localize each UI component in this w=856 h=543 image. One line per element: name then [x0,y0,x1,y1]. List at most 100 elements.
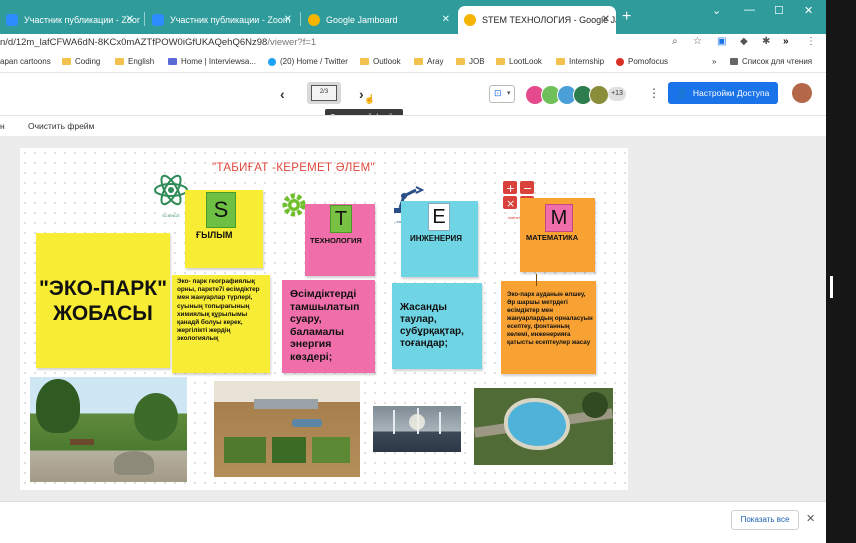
more-collaborators-badge[interactable]: +13 [608,87,626,101]
bookmark-item[interactable]: Pomofocus [616,57,668,66]
present-button[interactable]: ⊡ ▾ [489,85,515,103]
show-all-button[interactable]: Показать все [731,510,799,530]
bookmark-label: (20) Home / Twitter [280,57,348,66]
close-icon[interactable]: ✕ [442,14,450,25]
translate-icon[interactable]: ▣ [717,36,726,47]
bookmark-label: Outlook [373,57,401,66]
bookmark-item[interactable]: (20) Home / Twitter [268,57,348,66]
bookmark-item[interactable]: English [115,57,154,66]
tree-shape [36,379,80,433]
bookmark-item[interactable]: JOB [456,57,485,66]
close-icon[interactable]: ✕ [806,512,815,525]
svg-text:+: + [506,182,515,195]
url-main: n/d/12m_lafCFWA6dN-8KCx0mAZTfPOW0iGfUKAQ… [0,37,268,48]
bookmark-item[interactable]: Home | Interviewsa... [168,57,256,66]
hand-cursor-icon: ☝ [364,94,376,104]
board-title: "ТАБИҒАТ -КЕРЕМЕТ ӘЛЕМ" [212,162,375,174]
avatar[interactable] [589,85,609,105]
bookmark-label: Internship [569,57,605,66]
reading-list[interactable]: Список для чтения [730,57,812,66]
field-shape [272,437,306,463]
new-tab-button[interactable]: + [622,8,631,26]
wind-solar-photo[interactable] [373,406,461,452]
maximize-icon[interactable]: ☐ [774,4,784,17]
toolbar-cut-label[interactable]: н [0,121,5,131]
next-frame-button[interactable]: › [359,86,364,102]
bookmark-item[interactable]: Aray [414,57,443,66]
bookmark-item[interactable]: Coding [62,57,100,66]
bookmark-label: JOB [469,57,485,66]
tank-shape [292,419,322,427]
right-dark-panel [826,0,856,543]
bookmark-item[interactable]: apan cartoons [0,57,51,66]
e-letter: E [428,203,450,231]
clear-frame-button[interactable]: Очистить фрейм [28,121,94,131]
bookmarks-overflow[interactable]: » [712,57,716,66]
frame-subtoolbar: н Очистить фрейм [0,115,826,137]
account-avatar[interactable] [792,83,812,103]
eco-park-title-note[interactable]: "ЭКО-ПАРК" ЖОБАСЫ [36,233,170,368]
url-field[interactable]: n/d/12m_lafCFWA6dN-8KCx0mAZTfPOW0iGfUKAQ… [0,37,316,48]
jamboard-icon [308,14,320,26]
bookmark-item[interactable]: Outlook [360,57,401,66]
bookmark-item[interactable]: Internship [556,57,604,66]
svg-text:×: × [506,197,515,210]
technology-text: Өсімдіктерді тамшылатып суару, баламалы … [290,288,360,363]
farm-3d-photo[interactable] [214,381,360,477]
person-icon: 👤 [676,87,688,98]
folder-icon [414,58,423,65]
tab-zoom-1[interactable]: Участник публикации - Zoom ✕ [0,6,140,34]
minimize-icon[interactable]: — [744,4,755,16]
turbine-shape [439,412,441,434]
folder-icon [115,58,124,65]
reading-list-icon [730,58,738,65]
search-icon[interactable]: ⌕ [672,36,678,47]
science-text: Эко- парк географиялық орны, паркте7і өс… [177,278,260,343]
present-icon: ⊡ [494,88,502,98]
engineering-text: Жасанды таулар, субұрқақтар, тоғандар; [400,302,464,349]
tab-stem-active[interactable]: STEM ТЕХНОЛОГИЯ - Google Ja ✕ [458,6,616,34]
jamboard-icon [464,14,476,26]
folder-icon [556,58,565,65]
sun-glow-shape [409,414,425,430]
fountain-park-photo[interactable] [474,388,613,465]
folder-icon [456,58,465,65]
s-caption: ҒЫЛЫМ [196,230,233,240]
t-caption: ТЕХНОЛОГИЯ [310,236,362,245]
extension-icon[interactable]: ◆ [740,36,748,47]
overflow-label: » [712,57,717,66]
fast-forward-icon[interactable]: » [783,36,789,47]
zoom-icon [6,14,18,26]
chevron-down-icon[interactable]: ⌄ [712,4,721,17]
star-icon[interactable]: ☆ [693,36,702,47]
address-bar: n/d/12m_lafCFWA6dN-8KCx0mAZTfPOW0iGfUKAQ… [0,34,826,52]
bookmark-label: Pomofocus [628,57,669,66]
close-window-icon[interactable]: ✕ [804,4,813,17]
bookmark-item[interactable]: LootLook [496,57,542,66]
tab-jamboard[interactable]: Google Jamboard ✕ [302,6,456,34]
more-options-icon[interactable]: ⋮ [648,86,660,100]
folder-icon [496,58,505,65]
puzzle-icon[interactable]: ✱ [762,36,770,47]
e-caption: ИНЖЕНЕРИЯ [410,234,463,243]
previous-frame-button[interactable]: ‹ [280,86,285,102]
close-icon[interactable]: ✕ [602,14,610,25]
folder-icon [360,58,369,65]
svg-text:−: − [523,182,532,195]
bookmark-label: LootLook [509,57,542,66]
share-settings-button[interactable]: 👤 Настройки Доступа [668,82,778,104]
tab-divider [144,12,145,26]
downloads-bar [0,501,826,543]
close-icon[interactable]: ✕ [126,14,134,25]
pomofocus-icon [616,57,624,66]
menu-dots-icon[interactable]: ⋮ [806,36,816,47]
building-shape [254,399,318,409]
park-photo[interactable] [30,377,187,482]
twitter-icon [268,57,276,66]
tab-zoom-2[interactable]: Участник публикации - Zoom ✕ [146,6,298,34]
close-icon[interactable]: ✕ [284,14,292,25]
s-letter: S [206,192,236,228]
bookmark-label: Coding [75,57,101,66]
frame-bar-button[interactable]: 2/3 [307,82,341,104]
tab-strip: Участник публикации - Zoom ✕ Участник пу… [0,0,826,34]
